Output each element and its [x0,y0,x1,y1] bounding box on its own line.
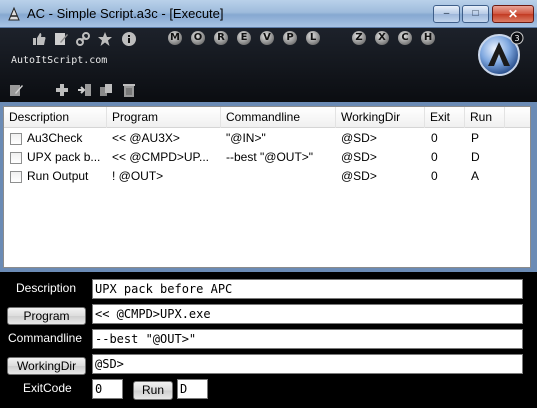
cell-exit: 0 [431,131,438,145]
cell-commandline: "@IN>" [226,131,266,145]
description-field[interactable]: UPX pack before APC [92,279,523,299]
cell-commandline [226,167,335,186]
entry-editor: Description UPX pack before APC Program … [0,272,537,408]
commandline-field[interactable]: --best "@OUT>" [92,329,523,349]
minimize-button[interactable]: – [433,5,460,23]
row-checkbox[interactable] [10,133,22,145]
close-button[interactable]: ✕ [492,5,534,23]
cell-exit: 0 [431,150,438,164]
column-workingdir[interactable]: WorkingDir [336,107,425,128]
program-field[interactable]: << @CMPD>UPX.exe [92,304,523,324]
cell-description: Run Output [27,169,89,183]
exitcode-label: ExitCode [23,381,72,395]
row-checkbox[interactable] [10,152,22,164]
program-button[interactable]: Program [7,307,86,325]
cell-workingdir: @SD> [341,131,377,145]
table-row[interactable]: Run Output ! @OUT> @SD> 0 A [4,167,530,186]
cell-description: Au3Check [27,131,83,145]
letter-button-m[interactable]: M [168,31,182,45]
logo-badge: 3 [514,34,519,43]
link-icon[interactable] [75,31,91,47]
letter-button-x[interactable]: X [375,31,389,45]
copy-icon[interactable] [98,82,114,98]
commandline-label: Commandline [8,331,83,345]
trash-icon[interactable] [121,82,137,98]
column-commandline[interactable]: Commandline [221,107,336,128]
cell-program: << @AU3X> [112,131,180,145]
description-label: Description [16,281,77,295]
toolbar: M O R E V P L Z X C H AutoItScript.com 3 [0,28,537,102]
cell-run: P [471,131,480,145]
column-filler [505,107,530,128]
workingdir-field[interactable]: @SD> [92,354,523,374]
cell-run: A [471,169,480,183]
site-label[interactable]: AutoItScript.com [11,55,107,66]
row-checkbox[interactable] [10,171,22,183]
letter-button-l[interactable]: L [306,31,320,45]
table-row[interactable]: UPX pack b... << @CMPD>UP... --best "@OU… [4,148,530,167]
run-button[interactable]: Run [133,381,173,400]
thumbs-up-icon[interactable] [31,31,47,47]
table-row[interactable]: Au3Check << @AU3X> "@IN>" @SD> 0 P [4,129,530,148]
letter-button-z[interactable]: Z [352,31,366,45]
maximize-button[interactable]: □ [462,5,489,23]
add-entry-icon[interactable] [54,82,70,98]
column-run[interactable]: Run [465,107,505,128]
letter-button-o[interactable]: O [191,31,205,45]
autoit-logo-icon: 3 [478,31,524,76]
column-program[interactable]: Program [107,107,221,128]
letter-button-p[interactable]: P [283,31,297,45]
edit-icon[interactable] [53,31,69,47]
edit-entry-icon[interactable] [8,82,24,98]
workingdir-button[interactable]: WorkingDir [7,357,86,375]
exitcode-field[interactable]: 0 [92,379,123,399]
list-toolbar [0,80,537,102]
app-icon [8,6,20,21]
star-icon[interactable] [97,31,113,47]
cell-run: D [471,150,480,164]
commands-listview[interactable]: Description Program Commandline WorkingD… [3,106,531,268]
cell-exit: 0 [431,169,438,183]
letter-button-v[interactable]: V [260,31,274,45]
import-icon[interactable] [77,82,93,98]
letter-button-c[interactable]: C [398,31,412,45]
info-icon[interactable] [121,31,137,47]
cell-commandline: --best "@OUT>" [226,150,314,164]
cell-workingdir: @SD> [341,150,377,164]
cell-program: << @CMPD>UP... [112,150,209,164]
cell-description: UPX pack b... [27,150,101,164]
listview-header: Description Program Commandline WorkingD… [4,107,530,128]
window-title: AC - Simple Script.a3c - [Execute] [27,6,224,21]
window-titlebar[interactable]: AC - Simple Script.a3c - [Execute] – □ ✕ [0,0,537,28]
letter-button-h[interactable]: H [421,31,435,45]
run-mode-field[interactable]: D [177,379,208,399]
column-exit[interactable]: Exit [425,107,465,128]
cell-workingdir: @SD> [341,169,377,183]
letter-button-r[interactable]: R [214,31,228,45]
column-description[interactable]: Description [4,107,107,128]
letter-button-e[interactable]: E [237,31,251,45]
cell-program: ! @OUT> [112,169,164,183]
